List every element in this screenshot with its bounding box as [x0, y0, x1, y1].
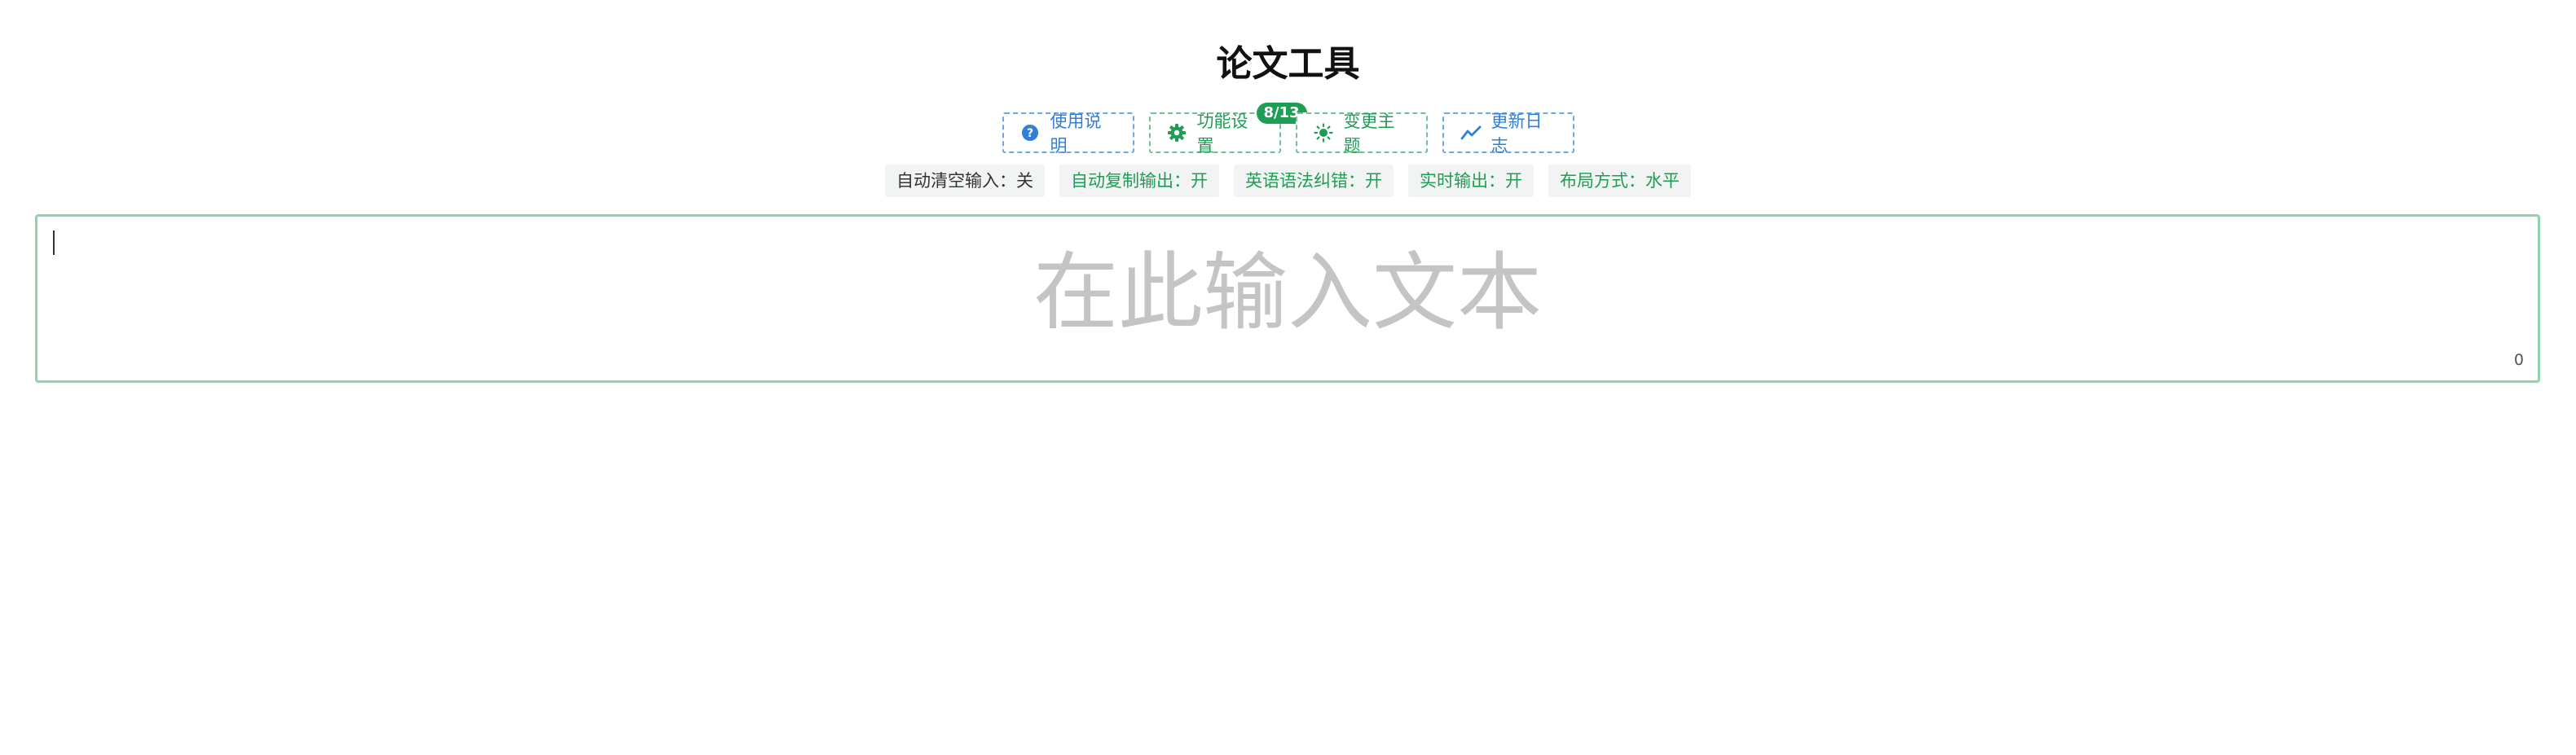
- page-title: 论文工具: [1216, 43, 1360, 85]
- changelog-label: 更新日志: [1491, 112, 1543, 156]
- help-label: 使用说明: [1050, 112, 1102, 156]
- text-input-placeholder: 在此输入文本: [1033, 243, 1542, 342]
- theme-button[interactable]: 变更主题: [1295, 112, 1428, 156]
- changelog-button[interactable]: 更新日志: [1442, 112, 1574, 156]
- text-input[interactable]: 在此输入文本 0: [35, 214, 2540, 383]
- theme-label: 变更主题: [1343, 112, 1395, 156]
- grammar-toggle[interactable]: 英语语法纠错：开: [1234, 165, 1394, 197]
- status-row: 自动清空输入：关 自动复制输出：开 英语语法纠错：开 实时输出：开 布局方式：水…: [0, 165, 2576, 197]
- page: 论文工具 ? 使用说明 功能设置 8/13 变更主题 更新日志 自动清空输入：关…: [0, 0, 2576, 755]
- settings-label: 功能设置: [1196, 112, 1248, 156]
- char-counter: 0: [2513, 351, 2524, 369]
- auto-clear-toggle[interactable]: 自动清空输入：关: [885, 165, 1045, 197]
- auto-copy-toggle[interactable]: 自动复制输出：开: [1059, 165, 1219, 197]
- sun-icon: [1314, 122, 1334, 143]
- realtime-toggle[interactable]: 实时输出：开: [1408, 165, 1534, 197]
- trend-line-icon: [1460, 122, 1482, 143]
- question-circle-icon: ?: [1020, 122, 1041, 143]
- help-button[interactable]: ? 使用说明: [1002, 112, 1134, 156]
- layout-toggle[interactable]: 布局方式：水平: [1548, 165, 1691, 197]
- settings-button[interactable]: 功能设置 8/13: [1148, 103, 1307, 156]
- gear-icon: [1167, 122, 1187, 143]
- toolbar: ? 使用说明 功能设置 8/13 变更主题 更新日志: [0, 103, 2576, 156]
- svg-text:?: ?: [1027, 127, 1033, 140]
